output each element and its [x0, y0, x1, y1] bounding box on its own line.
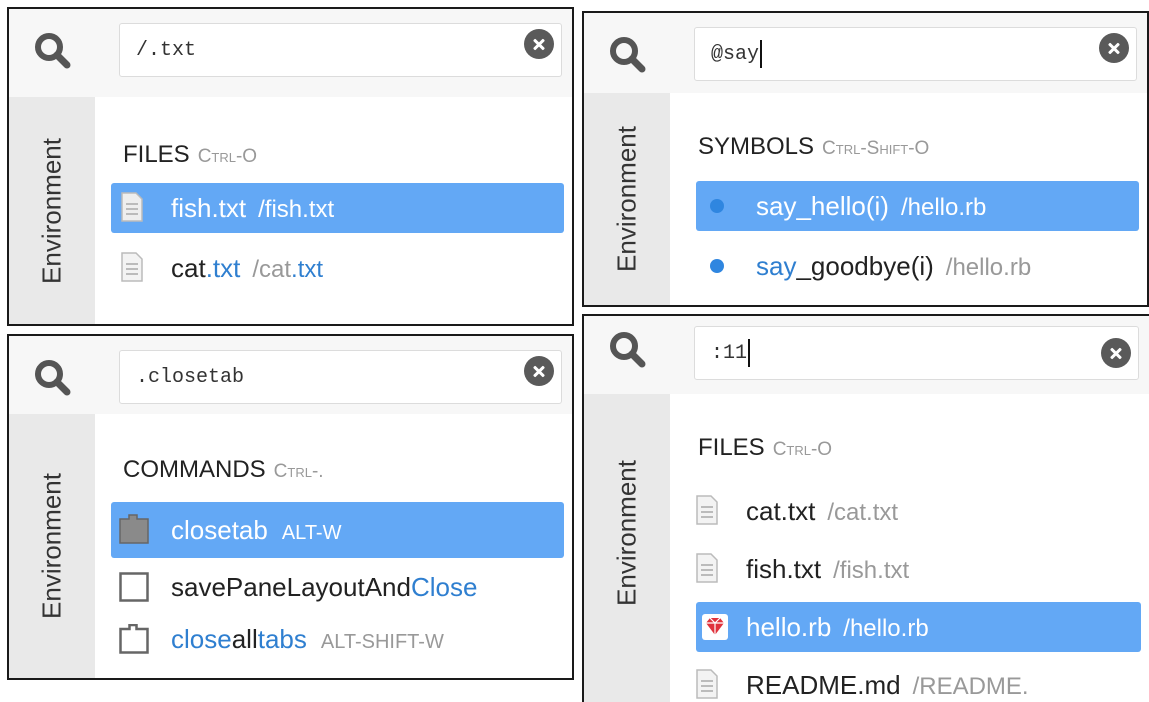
result-path: /cat.txt: [252, 256, 324, 283]
result-name: cat.txt: [746, 496, 816, 526]
result-name: fish.txt: [746, 554, 822, 584]
result-path: /README.: [912, 673, 1029, 700]
search-bar: @say: [584, 13, 1147, 101]
results-list: FILES Ctrl-O fish.txt/fish.txt cat.txt/ca…: [95, 97, 572, 324]
command-name: savePaneLayoutAndClose: [171, 572, 478, 602]
command-search-panel: .closetab Environment COMMANDS Ctrl-. clo…: [7, 334, 574, 680]
file-icon: [696, 553, 718, 583]
clear-search-icon[interactable]: [524, 356, 554, 386]
result-row[interactable]: README.md/README.: [686, 660, 1149, 702]
result-path: /hello.rb: [945, 254, 1032, 281]
result-name: README.md: [746, 670, 901, 700]
symbol-search-panel: @say Environment SYMBOLS Ctrl-Shift-O say…: [582, 11, 1149, 307]
file-icon: [696, 669, 718, 699]
section-shortcut: Ctrl-Shift-O: [822, 138, 930, 159]
result-row[interactable]: fish.txt/fish.txt: [111, 183, 564, 233]
bullet-icon: [710, 259, 724, 273]
text-caret: [748, 338, 750, 367]
section-shortcut: Ctrl-O: [772, 439, 833, 460]
ruby-icon: [702, 614, 728, 640]
section-header: FILES Ctrl-O: [123, 141, 257, 169]
command-keybinding: ALT-SHIFT-W: [320, 631, 444, 653]
environment-tab-label: Environment: [611, 459, 642, 606]
environment-tab[interactable]: Environment: [9, 414, 96, 678]
result-name: cat.txt: [171, 253, 241, 283]
search-input[interactable]: .closetab: [119, 350, 562, 404]
result-row[interactable]: closetab ALT-W: [111, 502, 564, 558]
result-row[interactable]: closealltabs ALT-SHIFT-W: [111, 614, 564, 664]
section-title: FILES: [698, 434, 765, 461]
search-icon: [9, 336, 95, 424]
environment-tab-label: Environment: [36, 137, 67, 284]
text-caret: [760, 39, 762, 68]
section-title: FILES: [123, 141, 190, 168]
result-row[interactable]: cat.txt/cat.txt: [111, 243, 564, 293]
result-path: /cat.txt: [827, 499, 899, 526]
search-icon: [9, 9, 95, 97]
search-icon: [584, 316, 670, 396]
section-shortcut: Ctrl-O: [197, 146, 258, 167]
result-path: /fish.txt: [258, 196, 335, 223]
command-name: closealltabs: [171, 624, 307, 654]
file-search-panel: /.txt Environment FILES Ctrl-O fish.txt/f…: [7, 7, 574, 326]
section-shortcut: Ctrl-.: [273, 461, 324, 482]
results-list: SYMBOLS Ctrl-Shift-O say_hello(i) /hello.r…: [670, 93, 1147, 305]
bullet-icon: [710, 199, 724, 213]
tab-icon: [119, 514, 149, 544]
search-bar: /.txt: [9, 9, 572, 97]
clear-search-icon[interactable]: [524, 29, 554, 59]
result-row[interactable]: savePaneLayoutAndClose: [111, 562, 572, 612]
result-path: /hello.rb: [900, 194, 987, 221]
file-icon: [121, 252, 143, 282]
environment-tab[interactable]: Environment: [9, 97, 96, 324]
command-name: closetab: [171, 515, 268, 545]
result-name: say_goodbye(i): [756, 251, 934, 281]
goto-line-panel: :11 Environment FILES Ctrl-O cat.txt/cat.…: [582, 314, 1149, 702]
clear-search-icon[interactable]: [1101, 338, 1131, 368]
section-title: COMMANDS: [123, 456, 266, 483]
file-icon: [696, 495, 718, 525]
environment-tab-label: Environment: [611, 126, 642, 272]
window-icon: [119, 572, 149, 602]
results-list: FILES Ctrl-O cat.txt/cat.txt fish.txt/fis…: [670, 394, 1149, 702]
search-icon: [584, 13, 670, 101]
tab-icon: [119, 624, 149, 654]
section-header: SYMBOLS Ctrl-Shift-O: [698, 133, 929, 161]
environment-tab[interactable]: Environment: [584, 93, 671, 305]
search-bar: :11: [584, 316, 1149, 404]
file-icon: [121, 192, 143, 222]
result-name: say_hello(i): [756, 191, 889, 221]
environment-tab-label: Environment: [36, 473, 67, 619]
result-row[interactable]: cat.txt/cat.txt: [686, 486, 1141, 536]
search-input[interactable]: @say: [694, 27, 1137, 81]
result-name: fish.txt: [171, 193, 247, 223]
result-name: hello.rb: [746, 612, 832, 642]
clear-search-icon[interactable]: [1099, 33, 1129, 63]
result-row[interactable]: fish.txt/fish.txt: [686, 544, 1141, 594]
results-list: COMMANDS Ctrl-. closetab ALT-W savePaneLay…: [95, 414, 572, 678]
result-row[interactable]: hello.rb/hello.rb: [696, 602, 1141, 652]
result-row[interactable]: say_goodbye(i) /hello.rb: [696, 241, 1139, 291]
search-input[interactable]: /.txt: [119, 23, 562, 77]
search-bar: .closetab: [9, 336, 572, 424]
result-row[interactable]: say_hello(i) /hello.rb: [696, 181, 1139, 231]
section-header: FILES Ctrl-O: [698, 434, 832, 462]
result-path: /hello.rb: [843, 615, 929, 642]
search-input[interactable]: :11: [694, 326, 1139, 380]
command-keybinding: ALT-W: [281, 522, 342, 544]
environment-tab[interactable]: Environment: [584, 394, 671, 702]
section-header: COMMANDS Ctrl-.: [123, 456, 324, 484]
result-path: /fish.txt: [833, 557, 910, 584]
section-title: SYMBOLS: [698, 133, 815, 160]
